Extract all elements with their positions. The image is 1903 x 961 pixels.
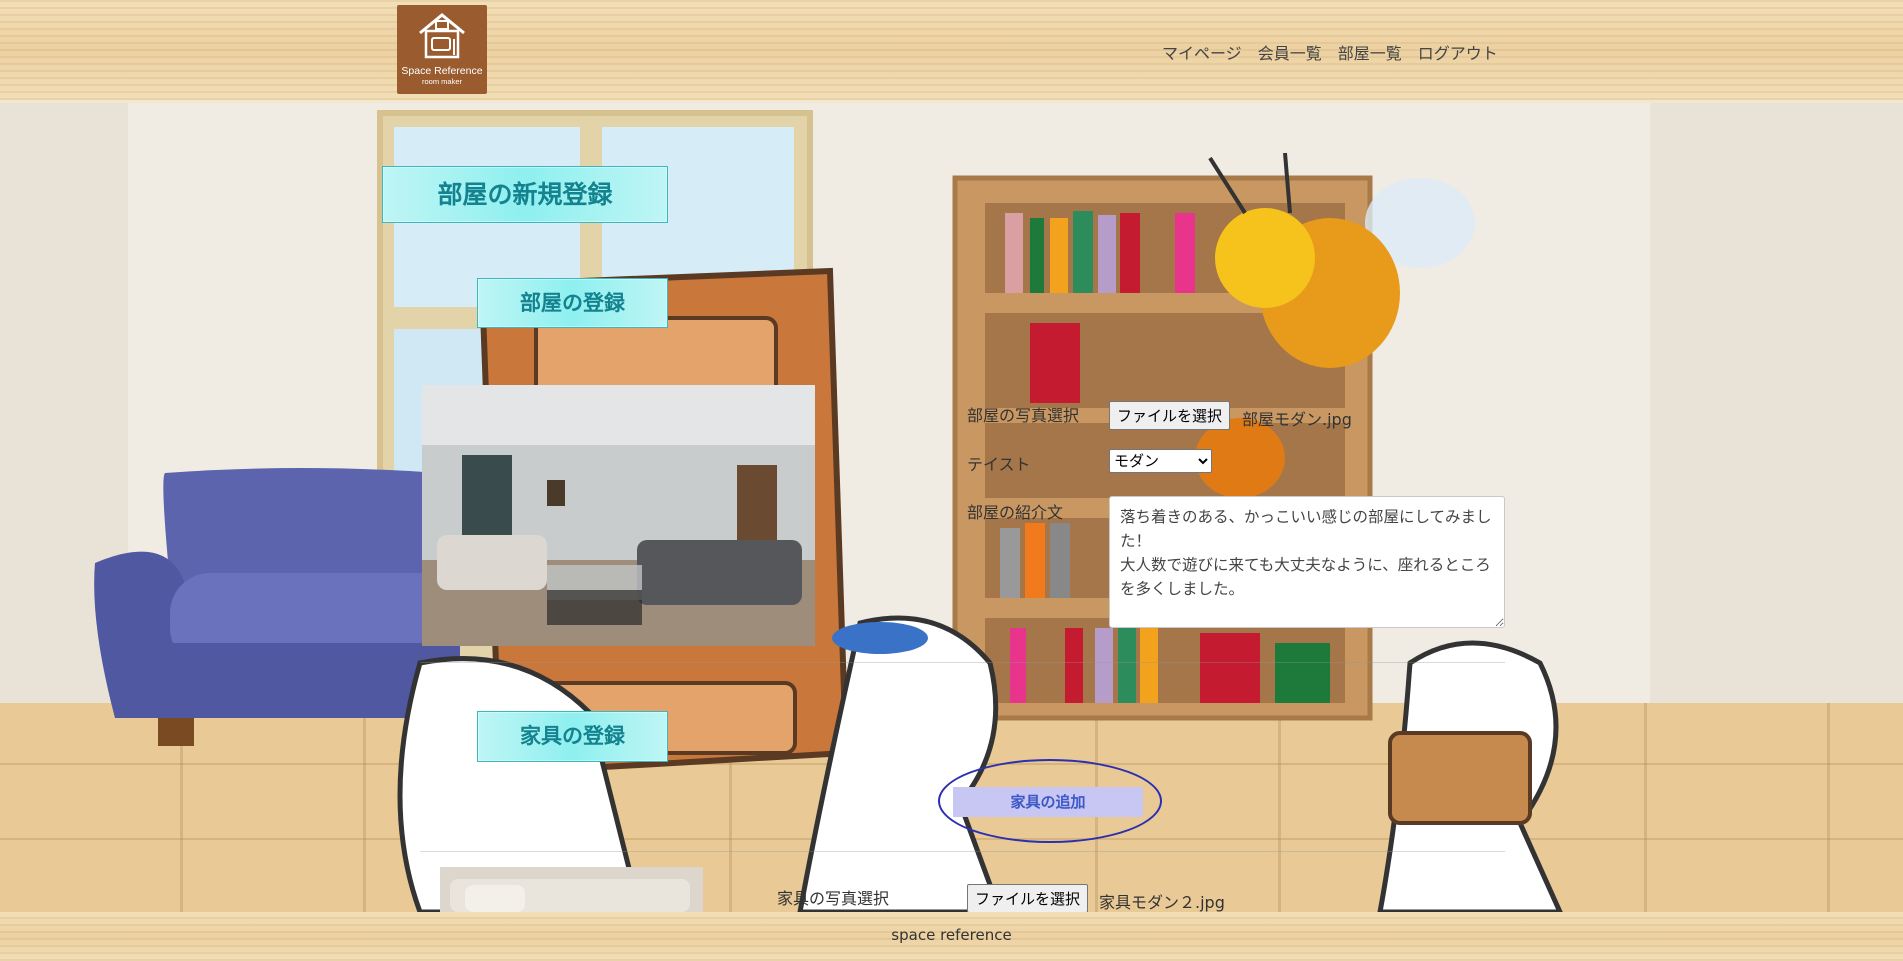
taste-label: テイスト [967,455,1031,474]
page-title: 部屋の新規登録 [382,166,668,223]
room-file-select-button[interactable]: ファイルを選択 [1109,401,1231,430]
header: Space Reference room maker マイページ 会員一覧 部屋… [0,0,1903,103]
nav-logout-link[interactable]: ログアウト [1418,40,1498,64]
site-logo[interactable]: Space Reference room maker [397,5,487,94]
room-photo-label: 部屋の写真選択 [967,406,1080,425]
nav-rooms-link[interactable]: 部屋一覧 [1338,40,1402,64]
intro-label: 部屋の紹介文 [967,503,1064,522]
furniture-photo-label: 家具の写真選択 [777,889,890,908]
room-section-title: 部屋の登録 [477,278,668,328]
furniture-photo-preview [440,867,703,912]
room-photo-preview [422,385,815,646]
nav-members-link[interactable]: 会員一覧 [1258,40,1322,64]
furniture-file-select-button[interactable]: ファイルを選択 [967,884,1089,913]
nav-mypage-link[interactable]: マイページ [1162,40,1242,64]
sofa-illustration [94,468,460,746]
furniture-section-title: 家具の登録 [477,711,668,762]
intro-textarea[interactable]: 落ち着きのある、かっこいい感じの部屋にしてみました！ 大人数で遊びに来ても大丈夫… [1109,496,1505,628]
section-divider [420,662,1505,663]
logo-subtitle: room maker [421,77,462,86]
logo-title: Space Reference [401,65,483,77]
room-file-name: 部屋モダン.jpg [1242,410,1352,429]
furniture-file-name: 家具モダン２.jpg [1099,893,1225,912]
section-divider [420,851,1505,852]
taste-select[interactable]: モダン [1109,449,1212,473]
add-furniture-button[interactable]: 家具の追加 [953,787,1143,817]
footer-text: space reference [891,926,1012,944]
footer: space reference [0,912,1903,961]
main-nav: マイページ 会員一覧 部屋一覧 ログアウト [1162,40,1498,64]
house-icon [397,11,487,63]
